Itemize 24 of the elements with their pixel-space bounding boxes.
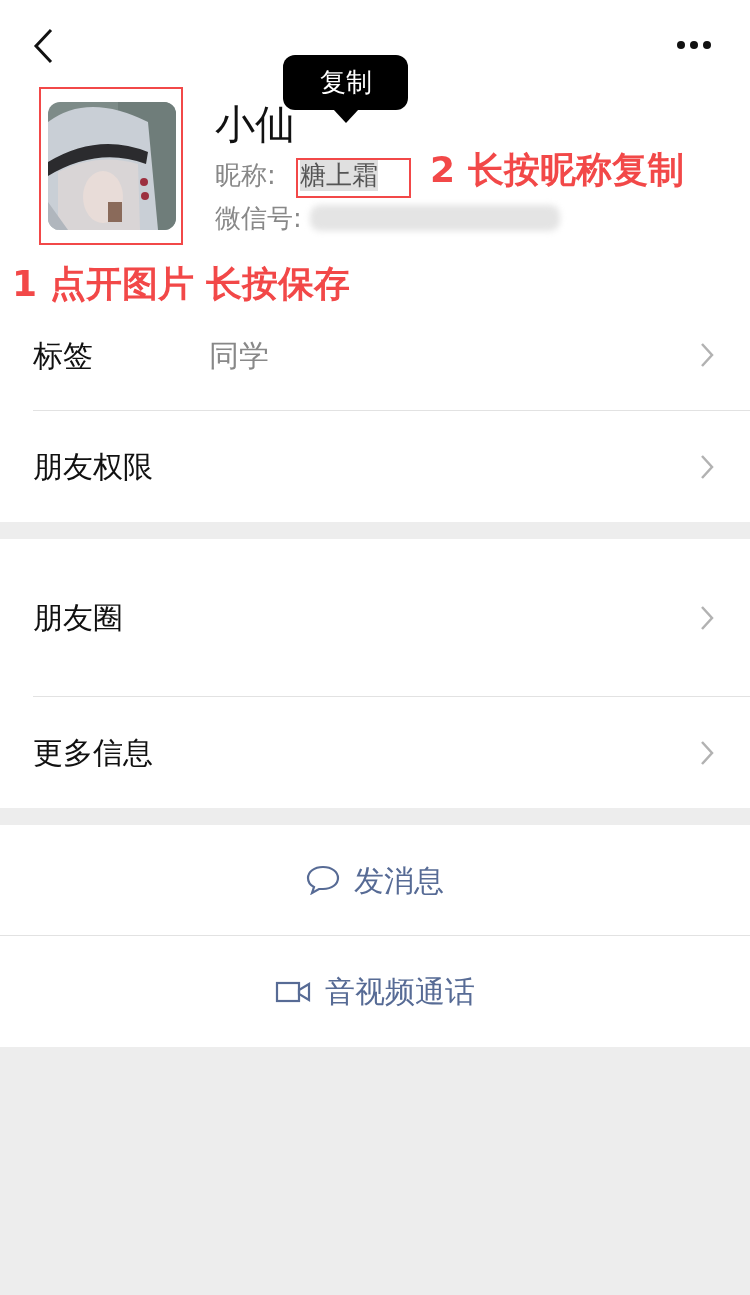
chevron-icon [700,604,714,631]
nickname-text[interactable]: 糖上霜 [299,159,378,191]
back-icon[interactable] [33,28,53,64]
chevron-icon [700,453,714,480]
action-button[interactable]: 音视频通话 [0,936,750,1047]
chevron-icon [700,739,714,766]
annotation-text: 2 长按昵称复制 [430,148,684,192]
row-label: 标签 [33,336,94,375]
action-button[interactable]: 发消息 [0,825,750,936]
row-label: 朋友权限 [33,448,154,486]
row-label: 朋友圈 [33,599,124,637]
video-camera-icon [275,979,311,1004]
chevron-icon [700,342,714,368]
list-row[interactable]: 朋友圈 [33,539,750,697]
more-icon[interactable] [676,40,712,50]
tooltip-arrow-icon [333,109,359,123]
nickname-label: 昵称: [215,158,276,192]
list-row[interactable]: 更多信息 [33,697,750,808]
list-row[interactable]: 朋友权限 [33,411,750,522]
row-value: 同学 [209,336,269,375]
chat-bubble-icon [306,865,340,895]
copy-tooltip[interactable]: 复制 [283,55,408,110]
row-label: 更多信息 [33,734,154,772]
wechat-id-label: 微信号: [215,201,302,235]
